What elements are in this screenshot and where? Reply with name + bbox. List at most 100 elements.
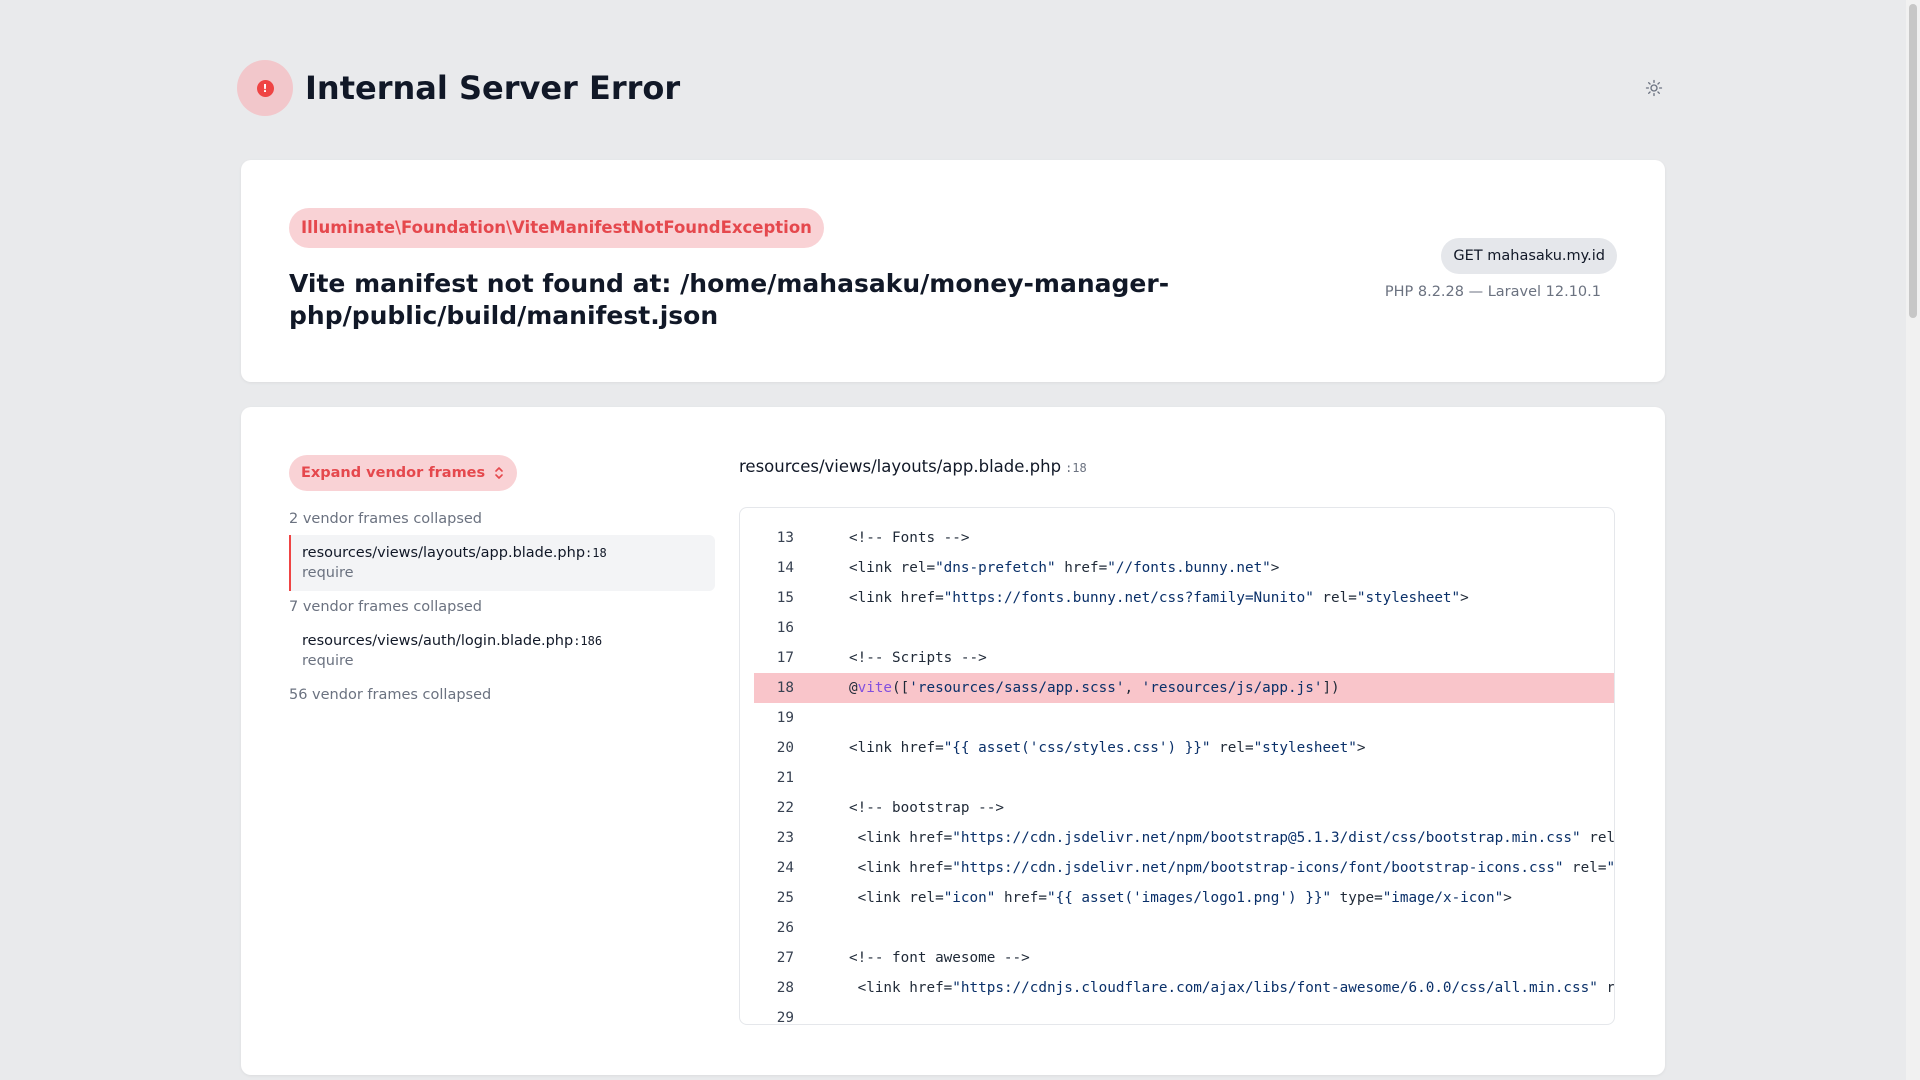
line-number: 24 [776,860,794,876]
code-token: <link href= [849,590,944,606]
code-line: 17 <!-- Scripts --> [754,643,1614,673]
code-line: 19 [754,703,1614,733]
code-token: 'resources/sass/app.scss' [909,680,1125,696]
line-code: <!-- Fonts --> [849,523,970,553]
code-line: 16 [754,613,1614,643]
code-token: > [1460,590,1469,606]
line-code: <!-- Scripts --> [849,643,987,673]
code-token: <link rel= [849,560,936,576]
line-number: 14 [776,560,794,576]
code-token: "dns-prefetch" [935,560,1056,576]
code-token: <link rel= [849,890,944,906]
frame-list: 2 vendor frames collapsed resources/view… [289,503,715,711]
exception-card: Illuminate\Foundation\ViteManifestNotFou… [241,160,1665,382]
theme-toggle-button[interactable] [1640,76,1668,100]
frame-line-number: :18 [585,546,607,560]
exclamation-circle-icon: ! [256,79,274,97]
code-line: 15 <link href="https://fonts.bunny.net/cs… [754,583,1614,613]
stack-frame-login-blade[interactable]: resources/views/auth/login.blade.php:186… [289,623,715,679]
code-line: 13 <!-- Fonts --> [754,523,1614,553]
code-token: > [1356,740,1366,756]
line-number: 23 [776,830,794,846]
code-line: 14 <link rel="dns-prefetch" href="//fonts… [754,553,1614,583]
line-code: <!-- font awesome --> [849,943,1030,973]
line-code: @vite(['resources/sass/app.scss', 'resou… [849,673,1340,703]
code-token: <link href= [849,830,953,846]
code-token: href= [995,890,1047,906]
sun-icon [1645,79,1663,97]
line-number: 18 [776,680,794,696]
line-code: <link rel="dns-prefetch" href="//fonts.b… [849,553,1279,583]
code-token: "https://cdnjs.cloudflare.com/ajax/libs/… [952,980,1598,996]
code-snippet: 13 <!-- Fonts --> 14 <link rel="dns-prefetc… [739,507,1615,1025]
line-number: 25 [776,890,794,906]
code-token: > [1270,560,1280,576]
code-token: <!-- bootstrap --> [849,800,1004,816]
line-code: <!-- bootstrap --> [849,793,1004,823]
code-token: "{{ asset('css/styles.css') }}" [943,740,1211,756]
scrollbar-thumb[interactable] [1909,4,1917,318]
code-token: "image/x-icon" [1382,890,1504,906]
code-token: "https://fonts.bunny.net/css?family=Nuni… [943,590,1314,606]
code-token: "sty [1606,860,1615,876]
code-line: 20 <link href="{{ asset('css/styles.css')… [754,733,1614,763]
collapsed-vendor-frames[interactable]: 7 vendor frames collapsed [289,591,715,623]
line-number: 27 [776,950,794,966]
code-token: "//fonts.bunny.net" [1107,560,1271,576]
code-line: 28 <link href="https://cdnjs.cloudflare.… [754,973,1614,1003]
code-line: 23 <link href="https://cdn.jsdelivr.net/… [754,823,1614,853]
code-token: ([ [892,680,910,696]
code-line: 25 <link rel="icon" href="{{ asset('imag… [754,883,1614,913]
chevron-up-down-icon [495,467,503,479]
code-line: 29 [754,1003,1614,1024]
code-token: vite [857,680,893,696]
line-code: <link href="{{ asset('css/styles.css') }… [849,733,1365,763]
code-token: > [1503,890,1512,906]
code-token: "https://cdn.jsdelivr.net/npm/bootstrap@… [952,830,1581,846]
line-number: 22 [776,800,794,816]
code-line: 27 <!-- font awesome --> [754,943,1614,973]
code-token: rel= [1589,830,1615,846]
stack-trace-card: Expand vendor frames 2 vendor frames col… [241,407,1665,1075]
code-line: 22 <!-- bootstrap --> [754,793,1614,823]
code-token: <!-- Fonts --> [849,530,970,546]
line-code: <link href="https://cdn.jsdelivr.net/npm… [849,823,1615,853]
line-number: 17 [776,650,794,666]
code-line: 21 [754,763,1614,793]
code-token: "icon" [943,890,996,906]
collapsed-vendor-frames[interactable]: 56 vendor frames collapsed [289,679,715,711]
stack-frame-app-blade[interactable]: resources/views/layouts/app.blade.php:18… [289,535,715,591]
line-code: <link href="https://cdn.jsdelivr.net/npm… [849,853,1615,883]
code-token: <link href= [849,740,944,756]
error-page: ! Internal Server Error Illuminate\Found… [0,0,1920,1080]
frame-path: resources/views/layouts/app.blade.php:18 [302,543,704,563]
frame-line-number: :186 [573,634,603,648]
exception-message: Vite manifest not found at: /home/mahasa… [289,269,1170,330]
code-token: <!-- Scripts --> [849,650,987,666]
page-title: Internal Server Error [305,69,681,107]
line-code: <link href="https://fonts.bunny.net/css?… [849,583,1469,613]
code-token: 'resources/js/app.js' [1141,680,1323,696]
code-file-line-number: :18 [1065,461,1087,475]
exception-class-badge: Illuminate\Foundation\ViteManifestNotFou… [289,208,824,248]
line-number: 26 [776,920,794,936]
page-header: ! Internal Server Error [237,60,680,116]
frame-call: require [302,653,354,669]
code-token: , [1124,680,1142,696]
expand-vendor-frames-button[interactable]: Expand vendor frames [289,455,518,491]
code-file-header: resources/views/layouts/app.blade.php:18 [739,457,1087,476]
code-token: <link href= [849,980,953,996]
code-token: <link href= [849,860,953,876]
frame-call: require [302,565,354,581]
code-line: 24 <link href="https://cdn.jsdelivr.net/… [754,853,1614,883]
line-number: 28 [776,980,794,996]
code-token: "https://cdn.jsdelivr.net/npm/bootstrap-… [952,860,1564,876]
code-token: href= [1055,560,1108,576]
expand-vendor-frames-label: Expand vendor frames [301,465,486,481]
line-number: 13 [776,530,794,546]
code-token: "stylesheet" [1356,590,1461,606]
frame-path: resources/views/auth/login.blade.php:186 [302,631,704,651]
page-scrollbar[interactable] [1906,0,1920,1080]
code-token: ]) [1322,680,1340,696]
collapsed-vendor-frames[interactable]: 2 vendor frames collapsed [289,503,715,535]
